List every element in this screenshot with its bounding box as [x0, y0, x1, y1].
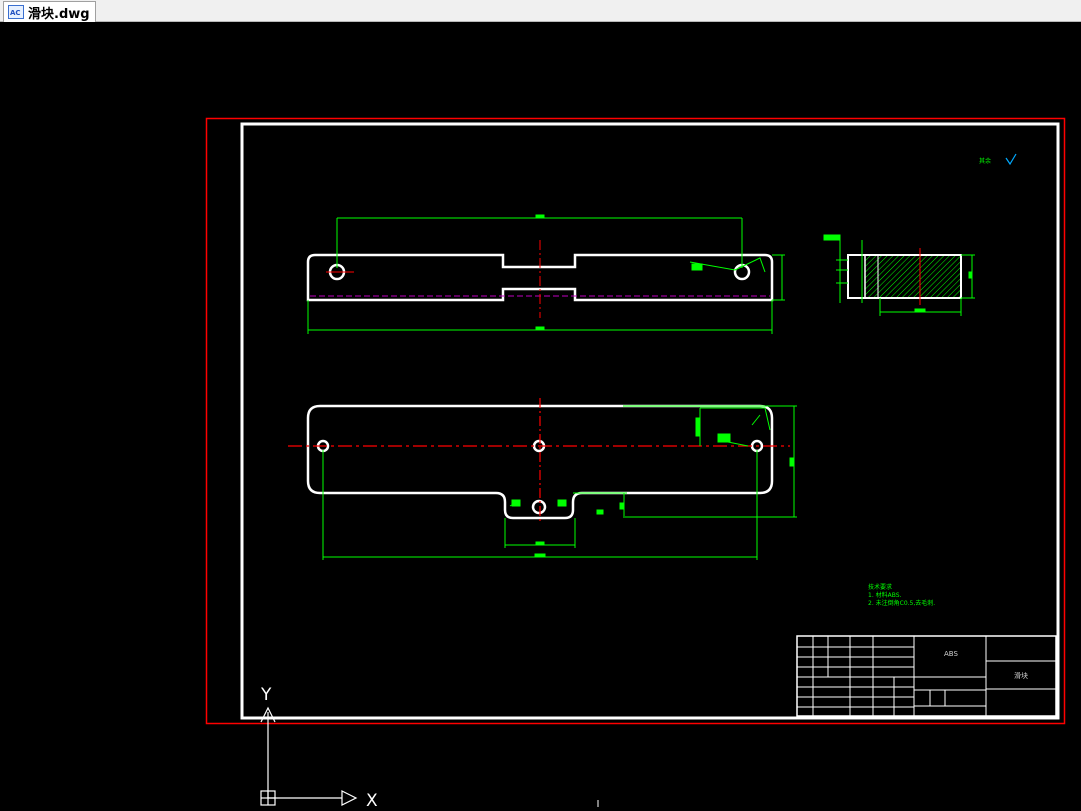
- drawing-canvas[interactable]: 其余 技术要求 1. 材料ABS. 2. 未注倒角C0.5,去毛刺. ABS 滑…: [0, 22, 1081, 811]
- title-block-part-name: 滑块: [1014, 671, 1028, 680]
- drawing-border: [240, 122, 1060, 720]
- layout-frame: [205, 117, 1066, 725]
- technical-requirements: 技术要求 1. 材料ABS. 2. 未注倒角C0.5,去毛刺.: [868, 583, 935, 607]
- plan-view-dimensions: [322, 405, 797, 560]
- tech-req-title: 技术要求: [868, 583, 892, 591]
- svg-text:AC: AC: [10, 9, 21, 17]
- drawing-svg: 其余 技术要求 1. 材料ABS. 2. 未注倒角C0.5,去毛刺. ABS 滑…: [205, 117, 1066, 811]
- front-view-dimensions: [307, 214, 785, 334]
- document-tab-bar: AC 滑块.dwg: [0, 0, 1081, 22]
- ucs-icon: [260, 706, 358, 806]
- tech-req-item-1: 1. 材料ABS.: [868, 591, 902, 599]
- roughness-note: 其余: [979, 157, 991, 165]
- front-view: [306, 240, 774, 318]
- plan-view: [288, 398, 790, 522]
- tech-req-item-2: 2. 未注倒角C0.5,去毛刺.: [868, 599, 935, 607]
- ucs-x-label: X: [366, 791, 378, 807]
- ucs-y-label: Y: [260, 685, 272, 705]
- side-view: [847, 248, 962, 305]
- roughness-symbol-icon: [1005, 153, 1017, 166]
- title-block-material: ABS: [944, 650, 958, 658]
- dwg-file-icon: AC: [8, 5, 24, 19]
- document-tab-label: 滑块.dwg: [28, 6, 90, 22]
- document-tab[interactable]: AC 滑块.dwg: [3, 1, 96, 22]
